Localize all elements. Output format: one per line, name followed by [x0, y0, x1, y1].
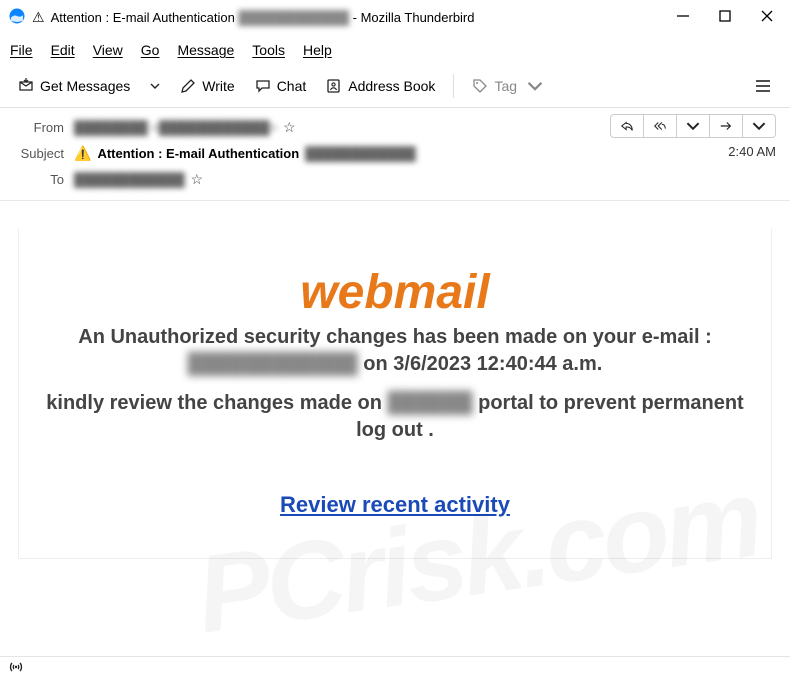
header-subject-row: Subject ⚠️ Attention : E-mail Authentica…: [14, 140, 600, 166]
close-button[interactable]: [760, 9, 774, 26]
reply-all-button[interactable]: [644, 114, 677, 138]
warning-icon: ⚠️: [74, 145, 91, 162]
message-headers: From ████████ <████████████> ☆ Subject ⚠…: [0, 108, 790, 201]
header-from-row: From ████████ <████████████> ☆: [14, 114, 600, 140]
get-messages-button[interactable]: Get Messages: [10, 73, 138, 99]
toolbar-separator: [453, 74, 454, 98]
forward-button[interactable]: [710, 114, 743, 138]
statusbar: [0, 656, 790, 680]
get-messages-dropdown[interactable]: [142, 76, 168, 96]
menu-tools[interactable]: Tools: [252, 42, 285, 58]
chat-button[interactable]: Chat: [247, 73, 315, 99]
window-controls: [676, 9, 782, 26]
broadcast-icon[interactable]: [8, 659, 24, 678]
titlebar: ⚠ Attention : E-mail Authentication ████…: [0, 0, 790, 36]
review-activity-link[interactable]: Review recent activity: [280, 492, 510, 518]
star-icon[interactable]: ☆: [191, 171, 204, 188]
window-title: Attention : E-mail Authentication ██████…: [51, 10, 475, 25]
app-icon: [8, 7, 26, 28]
from-value: ████████ <████████████>: [74, 120, 277, 135]
body-line-1: An Unauthorized security changes has bee…: [39, 324, 751, 378]
menu-help[interactable]: Help: [303, 42, 332, 58]
reply-dropdown[interactable]: [677, 114, 710, 138]
reply-button[interactable]: [610, 114, 644, 138]
header-right: 2:40 AM: [610, 114, 776, 192]
maximize-button[interactable]: [718, 9, 732, 26]
webmail-brand: webmail: [39, 265, 751, 320]
menu-message[interactable]: Message: [177, 42, 234, 58]
menu-edit[interactable]: Edit: [51, 42, 75, 58]
to-value: ████████████: [74, 172, 185, 187]
minimize-button[interactable]: [676, 9, 690, 26]
address-book-button[interactable]: Address Book: [318, 73, 443, 99]
header-to-row: To ████████████ ☆: [14, 166, 600, 192]
subject-label: Subject: [14, 146, 64, 161]
body-line-2: kindly review the changes made on ██████…: [39, 390, 751, 444]
subject-text: Attention : E-mail Authentication: [97, 146, 299, 161]
subject-redacted: ████████████: [305, 146, 416, 161]
menu-view[interactable]: View: [93, 42, 123, 58]
menu-go[interactable]: Go: [141, 42, 160, 58]
from-label: From: [14, 120, 64, 135]
write-button[interactable]: Write: [172, 73, 242, 99]
tag-button[interactable]: Tag: [464, 73, 551, 99]
message-time: 2:40 AM: [728, 144, 776, 159]
hamburger-menu-button[interactable]: [746, 72, 780, 100]
to-label: To: [14, 172, 64, 187]
menubar: File Edit View Go Message Tools Help: [0, 36, 790, 64]
message-body: webmail An Unauthorized security changes…: [0, 201, 790, 651]
more-dropdown[interactable]: [743, 114, 776, 138]
reply-toolbar: [610, 114, 776, 138]
warning-icon: ⚠: [32, 9, 45, 26]
menu-file[interactable]: File: [10, 42, 33, 58]
toolbar: Get Messages Write Chat Address Book Tag: [0, 64, 790, 108]
star-icon[interactable]: ☆: [283, 119, 296, 136]
